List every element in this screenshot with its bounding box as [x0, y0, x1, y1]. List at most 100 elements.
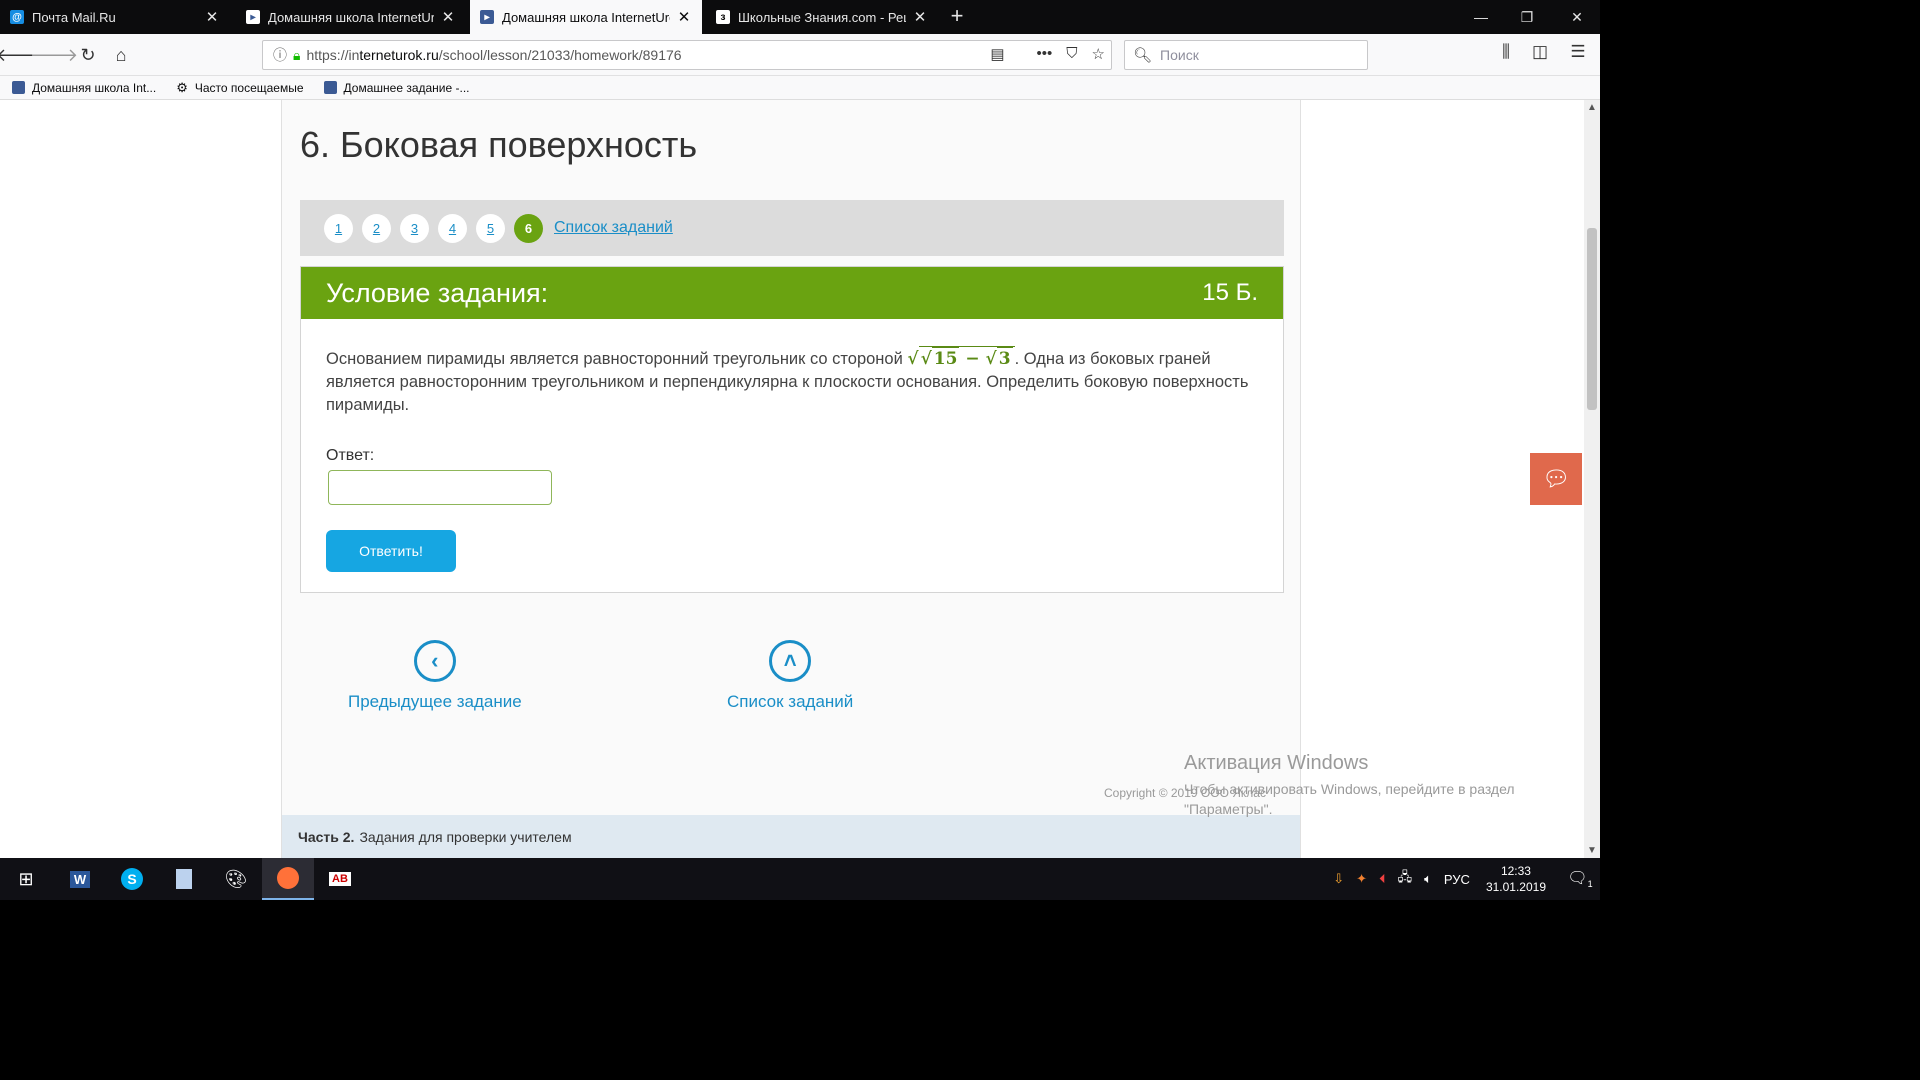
task-condition: Основанием пирамиды является равносторон…: [326, 346, 1258, 417]
page-viewport: 6. Боковая поверхность 1 2 3 4 5 6 Списо…: [0, 100, 1600, 858]
bookmark-item[interactable]: Домашняя школа Int...: [12, 81, 156, 95]
page-scrollbar[interactable]: ▲ ▼: [1584, 100, 1600, 858]
math-sqrt-sign: √: [920, 349, 932, 369]
bookmark-item[interactable]: ⚙ Часто посещаемые: [176, 80, 303, 96]
task-list-label: Список заданий: [727, 692, 854, 711]
close-tab-icon[interactable]: ✕: [676, 8, 692, 26]
pager-item-3[interactable]: 3: [400, 213, 429, 243]
new-tab-button[interactable]: +: [944, 3, 970, 29]
home-button[interactable]: ⌂: [107, 42, 135, 68]
pager-item-2[interactable]: 2: [362, 213, 391, 243]
volume-icon[interactable]: 🔈︎: [1424, 871, 1432, 887]
url-path: /school/lesson/21033/homework/89176: [438, 47, 682, 63]
answer-input[interactable]: [328, 470, 552, 505]
tab-interneturok-1[interactable]: ▸ Домашняя школа InternetUrok ✕: [236, 0, 466, 34]
page-title: 6. Боковая поверхность: [300, 124, 698, 165]
url-prefix: https://in: [306, 47, 360, 63]
math-minus: −: [959, 349, 986, 369]
notification-center-icon[interactable]: 🗨︎1: [1560, 868, 1600, 889]
chat-button[interactable]: 💬︎: [1530, 453, 1582, 505]
scrollbar-thumb[interactable]: [1587, 228, 1597, 410]
tab-mailru[interactable]: @ Почта Mail.Ru ✕: [0, 0, 230, 34]
activation-title: Активация Windows: [1184, 752, 1369, 774]
skype-icon[interactable]: S: [106, 858, 158, 900]
tab-label: Домашняя школа InternetUrok: [268, 9, 434, 25]
pager-item-current[interactable]: 6: [514, 213, 543, 243]
task-header: Условие задания: 15 Б.: [301, 267, 1283, 319]
scroll-down-icon[interactable]: ▼: [1584, 845, 1600, 856]
search-field[interactable]: 🔍︎ Поиск: [1124, 40, 1368, 70]
windows-start-icon[interactable]: ⊞: [0, 858, 52, 900]
part-2-label: Часть 2.: [298, 828, 355, 845]
task-pager: 1 2 3 4 5 6 Список заданий: [300, 200, 1284, 256]
library-icon[interactable]: ⫼: [1492, 42, 1520, 62]
language-indicator[interactable]: РУС: [1444, 872, 1470, 887]
chat-bubbles-icon: 💬︎: [1542, 466, 1570, 491]
abbyy-icon[interactable]: AB: [314, 858, 366, 900]
info-icon[interactable]: ⓘ: [273, 45, 287, 65]
clock[interactable]: 12:33 31.01.2019: [1486, 863, 1546, 895]
browser-tab-strip: @ Почта Mail.Ru ✕ ▸ Домашняя школа Inter…: [0, 0, 1600, 34]
submit-answer-button[interactable]: Ответить!: [326, 530, 456, 572]
clock-date: 31.01.2019: [1485, 880, 1546, 894]
tray-app-icon[interactable]: ⇩: [1333, 871, 1344, 887]
network-icon[interactable]: 🖧︎: [1398, 868, 1413, 890]
pager-item-4[interactable]: 4: [438, 213, 467, 243]
tasks-list-link[interactable]: Список заданий: [554, 219, 673, 237]
pager-item-1[interactable]: 1: [324, 213, 353, 243]
word-icon[interactable]: W: [54, 858, 106, 900]
reader-view-icon[interactable]: ▤: [990, 45, 1004, 63]
scroll-up-icon[interactable]: ▲: [1584, 102, 1600, 113]
sidebar-toggle-icon[interactable]: ◫: [1526, 42, 1554, 62]
tray-flag-icon[interactable]: ⏴: [1379, 871, 1386, 887]
math-sqrt-sign: √: [985, 349, 997, 369]
browser-nav-bar: 🡐 🡒 ↻ ⌂ ⓘ 🔒︎ https://interneturok.ru/sch…: [0, 34, 1600, 76]
task-list-link-bottom[interactable]: ˄ Список заданий: [727, 640, 853, 712]
page-actions-icon[interactable]: •••: [1037, 45, 1053, 63]
notification-count: 1: [1587, 879, 1593, 890]
minimize-window-button[interactable]: —: [1458, 0, 1504, 34]
firefox-icon[interactable]: [262, 858, 314, 900]
clock-time: 12:33: [1500, 864, 1531, 878]
tab-label: Школьные Знания.com - Реш...: [738, 9, 906, 25]
tab-label: Домашняя школа InternetUrok: [502, 9, 670, 25]
bookmark-item[interactable]: Домашнее задание -...: [323, 80, 470, 95]
part-2-text: Задания для проверки учителем: [359, 828, 572, 845]
task-text-before: Основанием пирамиды является равносторон…: [326, 350, 908, 368]
menu-icon[interactable]: ☰: [1564, 42, 1592, 62]
math-number: 3: [996, 347, 1013, 369]
close-tab-icon[interactable]: ✕: [204, 8, 220, 26]
interneturok-icon: ▸: [480, 10, 494, 24]
notepad-icon[interactable]: [158, 858, 210, 900]
close-tab-icon[interactable]: ✕: [440, 8, 456, 26]
restore-window-button[interactable]: ❐: [1504, 0, 1550, 34]
tab-interneturok-active[interactable]: ▸ Домашняя школа InternetUrok ✕: [470, 0, 702, 34]
tab-znanija[interactable]: з Школьные Знания.com - Реш... ✕: [706, 0, 938, 34]
paint-icon[interactable]: 🎨︎: [210, 858, 262, 900]
pocket-icon[interactable]: ⛉: [1066, 45, 1077, 63]
screen-root: @ Почта Mail.Ru ✕ ▸ Домашняя школа Inter…: [0, 0, 1920, 1080]
math-formula: √ √ 15 − √ 3: [907, 346, 1015, 369]
tray-avast-icon[interactable]: ✦: [1356, 871, 1367, 887]
answer-label: Ответ:: [326, 447, 375, 464]
page-content: 6. Боковая поверхность 1 2 3 4 5 6 Списо…: [281, 100, 1301, 858]
close-window-button[interactable]: ✕: [1554, 0, 1600, 34]
gear-icon: ⚙: [176, 79, 188, 95]
url-bar[interactable]: ⓘ 🔒︎ https://interneturok.ru/school/less…: [262, 40, 1112, 70]
lock-icon: 🔒︎: [293, 46, 301, 63]
forward-button[interactable]: 🡒: [30, 42, 78, 68]
part-2-bar[interactable]: Часть 2. Задания для проверки учителем: [282, 815, 1300, 858]
bookmark-star-icon[interactable]: ☆: [1092, 45, 1105, 63]
task-header-title: Условие задания:: [326, 277, 549, 308]
previous-task-link[interactable]: ‹ Предыдущее задание: [348, 640, 522, 712]
url-text: https://interneturok.ru/school/lesson/21…: [306, 47, 681, 63]
bookmark-label: Домашняя школа Int...: [32, 80, 157, 95]
close-tab-icon[interactable]: ✕: [912, 8, 928, 26]
math-sqrt-sign: √: [907, 349, 919, 369]
reload-button[interactable]: ↻: [74, 42, 102, 68]
url-host: terneturok.ru: [359, 47, 439, 63]
bookmark-label: Домашнее задание -...: [343, 80, 470, 95]
pager-item-5[interactable]: 5: [476, 213, 505, 243]
system-tray: ⇩ ✦ ⏴ 🖧︎ 🔈︎ РУС 12:33 31.01.2019 🗨︎1: [1327, 858, 1600, 900]
previous-task-label: Предыдущее задание: [348, 692, 522, 711]
